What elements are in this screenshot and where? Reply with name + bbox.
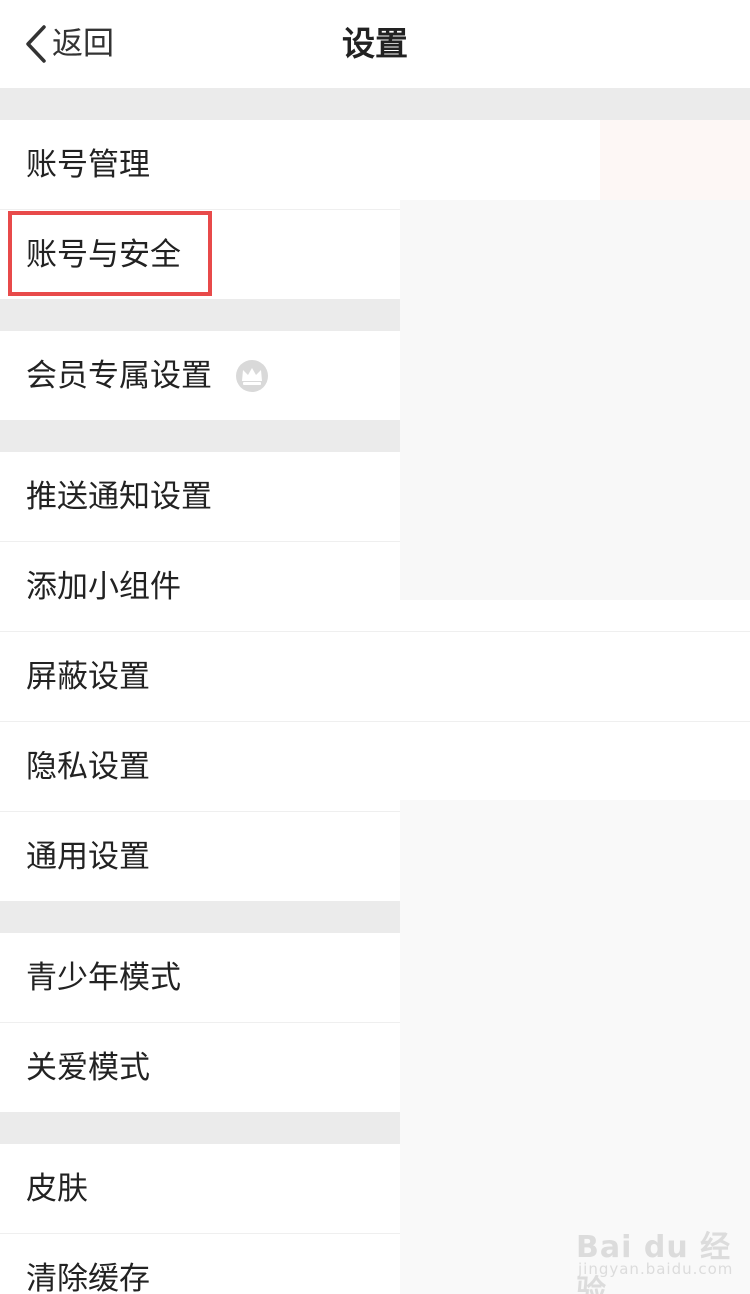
setting-label: 关爱模式 — [26, 1050, 150, 1086]
setting-label: 皮肤 — [26, 1171, 88, 1207]
setting-label: 账号管理 — [26, 147, 150, 183]
section-divider — [0, 88, 750, 120]
setting-label: 屏蔽设置 — [26, 659, 150, 695]
setting-label: 清除缓存 — [26, 1261, 150, 1294]
crown-icon — [235, 359, 269, 393]
setting-label: 青少年模式 — [26, 960, 181, 996]
setting-label: 推送通知设置 — [26, 479, 212, 515]
baidu-jingyan-watermark: Bai du 经验 jingyan.baidu.com — [576, 1214, 736, 1294]
setting-label: 隐私设置 — [26, 749, 150, 785]
page-title: 设置 — [342, 24, 408, 63]
setting-label: 通用设置 — [26, 839, 150, 875]
setting-label: 会员专属设置 — [26, 358, 212, 394]
setting-label: 添加小组件 — [26, 569, 181, 605]
watermark-logo: Bai du 经验 — [576, 1230, 732, 1294]
background-wash — [400, 200, 750, 600]
setting-row-block-settings[interactable]: 屏蔽设置 — [0, 632, 750, 722]
setting-row-privacy[interactable]: 隐私设置 — [0, 722, 750, 812]
highlight-box — [8, 211, 212, 296]
watermark-url: jingyan.baidu.com — [578, 1260, 734, 1278]
nav-header: 返回 设置 — [0, 0, 750, 88]
background-wash — [600, 120, 750, 200]
settings-screen: 返回 设置 账号管理 账号与安全 会员专属设置 推送通知设置 添加小组件 屏蔽设… — [0, 0, 750, 1294]
